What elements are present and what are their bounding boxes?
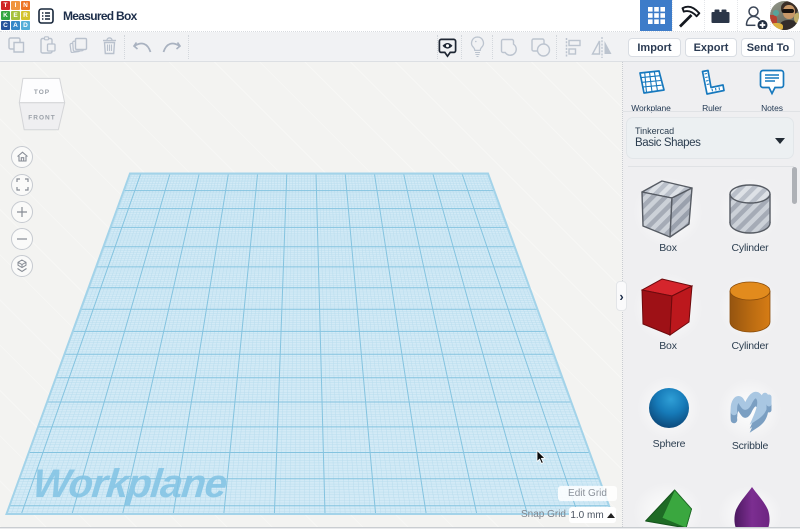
svg-text:FRONT: FRONT bbox=[28, 115, 55, 122]
svg-text:TOP: TOP bbox=[34, 89, 50, 96]
